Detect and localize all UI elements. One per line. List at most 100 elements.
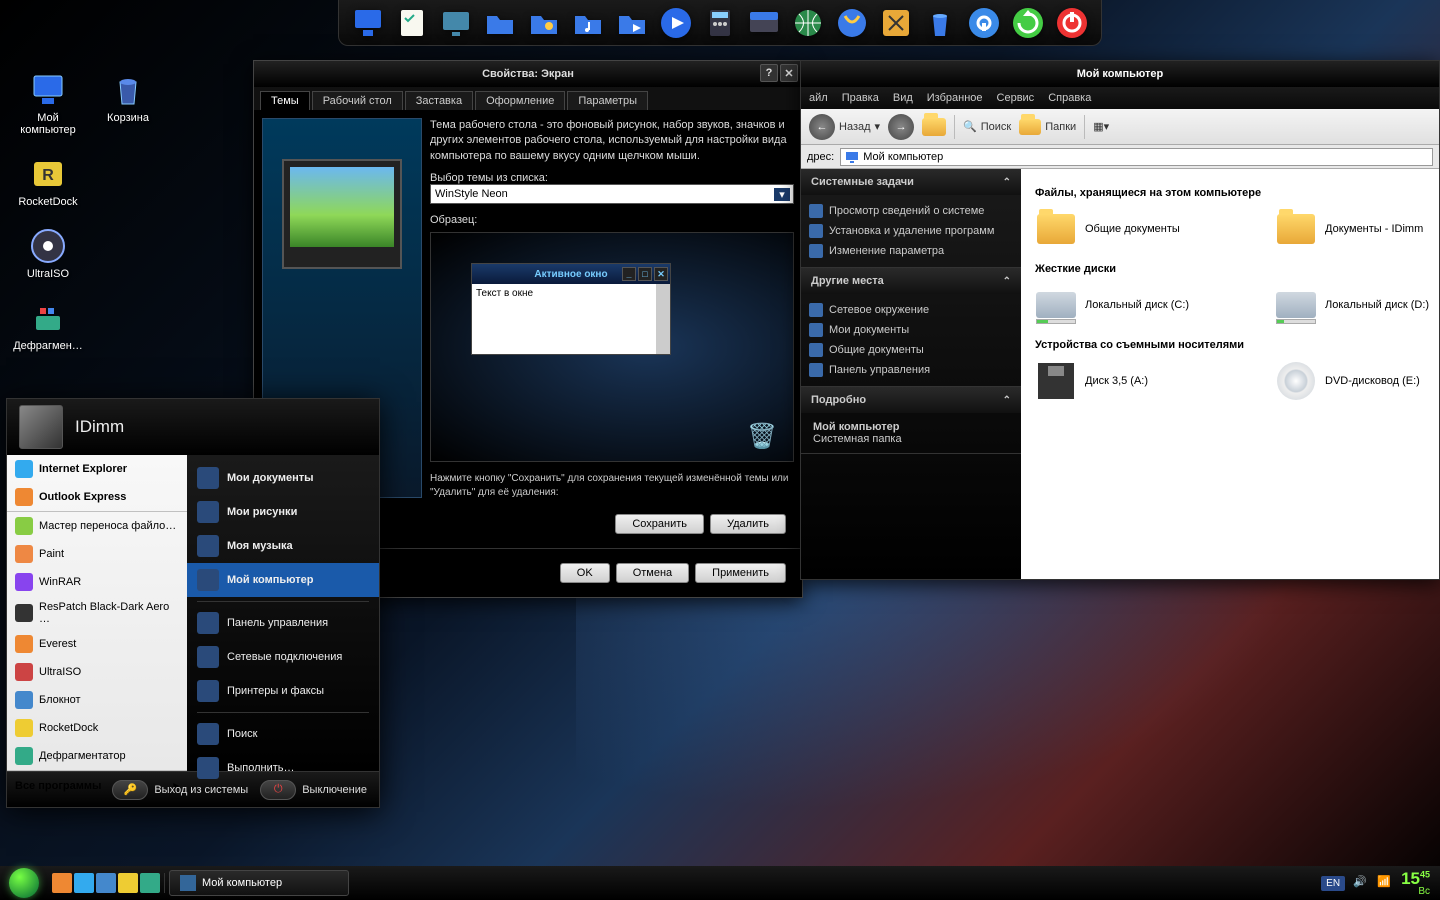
shutdown-button[interactable]: ⏻Выключение [260,780,367,800]
menu-view[interactable]: Вид [893,92,913,104]
dock-checklist-icon[interactable] [393,4,431,42]
views-button[interactable]: ▦▾ [1093,120,1109,133]
dock-mediaplayer-icon[interactable] [657,4,695,42]
menu-file[interactable]: айл [809,92,828,104]
ql-app-icon[interactable] [140,873,160,893]
item-user-documents[interactable]: Документы - IDimm [1275,209,1439,249]
dock-network-icon[interactable] [789,4,827,42]
menu-tools[interactable]: Сервис [997,92,1035,104]
dock-folder-music-icon[interactable] [569,4,607,42]
tab-appearance[interactable]: Оформление [475,91,565,110]
dock-keyboard-icon[interactable] [745,4,783,42]
menu-help[interactable]: Справка [1048,92,1091,104]
apply-button[interactable]: Применить [695,563,786,583]
item-dvd-e[interactable]: DVD-дисковод (E:) [1275,361,1439,401]
taskbar-task-mycomputer[interactable]: Мой компьютер [169,870,349,896]
dock-trash-icon[interactable] [921,4,959,42]
item-shared-documents[interactable]: Общие документы [1035,209,1235,249]
desktop-icon-defrag[interactable]: Дефрагмен… [8,298,88,352]
recent-everest[interactable]: Everest [7,630,187,658]
taskbar-clock[interactable]: 1545 Вс [1401,870,1430,897]
desktop-icon-rocketdock[interactable]: R RocketDock [8,154,88,208]
item-floppy-a[interactable]: Диск 3,5 (A:) [1035,361,1235,401]
side-item-addremove[interactable]: Установка и удаление программ [801,221,1021,241]
side-item-shareddocs[interactable]: Общие документы [801,340,1021,360]
dock-lock-icon[interactable] [965,4,1003,42]
dock-folder-video-icon[interactable] [613,4,651,42]
explorer-titlebar[interactable]: Мой компьютер [801,61,1439,87]
pinned-ie[interactable]: Internet Explorer [7,455,187,483]
side-item-sysinfo[interactable]: Просмотр сведений о системе [801,201,1021,221]
start-button[interactable] [4,868,44,898]
recent-rocketdock[interactable]: RocketDock [7,714,187,742]
dock-display-icon[interactable] [437,4,475,42]
side-item-changesetting[interactable]: Изменение параметра [801,241,1021,261]
address-field[interactable]: Мой компьютер [840,148,1433,166]
desktop-icon-mycomputer[interactable]: Мой компьютер [8,70,88,136]
dock-mycomputer-icon[interactable] [349,4,387,42]
sidegroup-system-tasks[interactable]: Системные задачи⌃ [801,169,1021,195]
item-drive-d[interactable]: Локальный диск (D:) [1275,285,1439,325]
user-avatar[interactable] [19,405,63,449]
close-button[interactable]: ✕ [780,64,798,82]
sidegroup-other-places[interactable]: Другие места⌃ [801,268,1021,294]
recent-transfer[interactable]: Мастер переноса файло… [7,512,187,540]
tab-settings[interactable]: Параметры [567,91,648,110]
cancel-button[interactable]: Отмена [616,563,689,583]
tab-screensaver[interactable]: Заставка [405,91,473,110]
tab-themes[interactable]: Темы [260,91,310,110]
recent-paint[interactable]: Paint [7,540,187,568]
tab-desktop[interactable]: Рабочий стол [312,91,403,110]
desktop-icon-recyclebin[interactable]: Корзина [88,70,168,124]
back-button[interactable]: ←Назад ▾ [809,114,880,140]
tray-volume-icon[interactable]: 🔊 [1353,875,1369,891]
forward-button[interactable]: → [888,114,914,140]
dock-browser-icon[interactable] [833,4,871,42]
details-type: Системная папка [813,433,1009,445]
rp-mypics[interactable]: Мои рисунки [187,495,379,529]
theme-dropdown[interactable]: WinStyle Neon [430,184,794,204]
search-button[interactable]: 🔍 Поиск [963,120,1011,133]
rp-mymusic[interactable]: Моя музыка [187,529,379,563]
ql-explorer-icon[interactable] [96,873,116,893]
help-button[interactable]: ? [760,64,778,82]
recent-notepad[interactable]: Блокнот [7,686,187,714]
rp-printers[interactable]: Принтеры и факсы [187,674,379,708]
ql-showdesktop-icon[interactable] [52,873,72,893]
dock-calculator-icon[interactable] [701,4,739,42]
recent-ultraiso[interactable]: UltraISO [7,658,187,686]
language-indicator[interactable]: EN [1321,876,1345,891]
dialog-titlebar[interactable]: Свойства: Экран ? ✕ [254,61,802,87]
recent-respatch[interactable]: ResPatch Black-Dark Aero … [7,596,187,630]
up-button[interactable] [922,118,946,136]
item-drive-c[interactable]: Локальный диск (C:) [1035,285,1235,325]
folders-button[interactable]: Папки [1019,119,1076,135]
rp-controlpanel[interactable]: Панель управления [187,606,379,640]
side-item-mydocs[interactable]: Мои документы [801,320,1021,340]
save-button[interactable]: Сохранить [615,514,704,534]
rp-mydocs[interactable]: Мои документы [187,461,379,495]
pinned-outlook[interactable]: Outlook Express [7,483,187,511]
rp-network[interactable]: Сетевые подключения [187,640,379,674]
side-item-controlpanel[interactable]: Панель управления [801,360,1021,380]
rp-search[interactable]: Поиск [187,717,379,751]
dock-shutdown-icon[interactable] [1053,4,1091,42]
delete-button[interactable]: Удалить [710,514,786,534]
recent-defrag[interactable]: Дефрагментатор [7,742,187,770]
side-item-network[interactable]: Сетевое окружение [801,300,1021,320]
dock-folder-picture-icon[interactable] [525,4,563,42]
ok-button[interactable]: OK [560,563,610,583]
menu-favorites[interactable]: Избранное [927,92,983,104]
recent-winrar[interactable]: WinRAR [7,568,187,596]
tray-network-icon[interactable]: 📶 [1377,875,1393,891]
ql-ie-icon[interactable] [74,873,94,893]
ql-rocketdock-icon[interactable] [118,873,138,893]
desktop-icon-ultraiso[interactable]: UltraISO [8,226,88,280]
dock-folder-blue-icon[interactable] [481,4,519,42]
menu-edit[interactable]: Правка [842,92,879,104]
dock-restart-icon[interactable] [1009,4,1047,42]
logoff-button[interactable]: 🔑Выход из системы [112,780,248,800]
dock-tools-icon[interactable] [877,4,915,42]
rp-mycomputer[interactable]: Мой компьютер [187,563,379,597]
sidegroup-details[interactable]: Подробно⌃ [801,387,1021,413]
